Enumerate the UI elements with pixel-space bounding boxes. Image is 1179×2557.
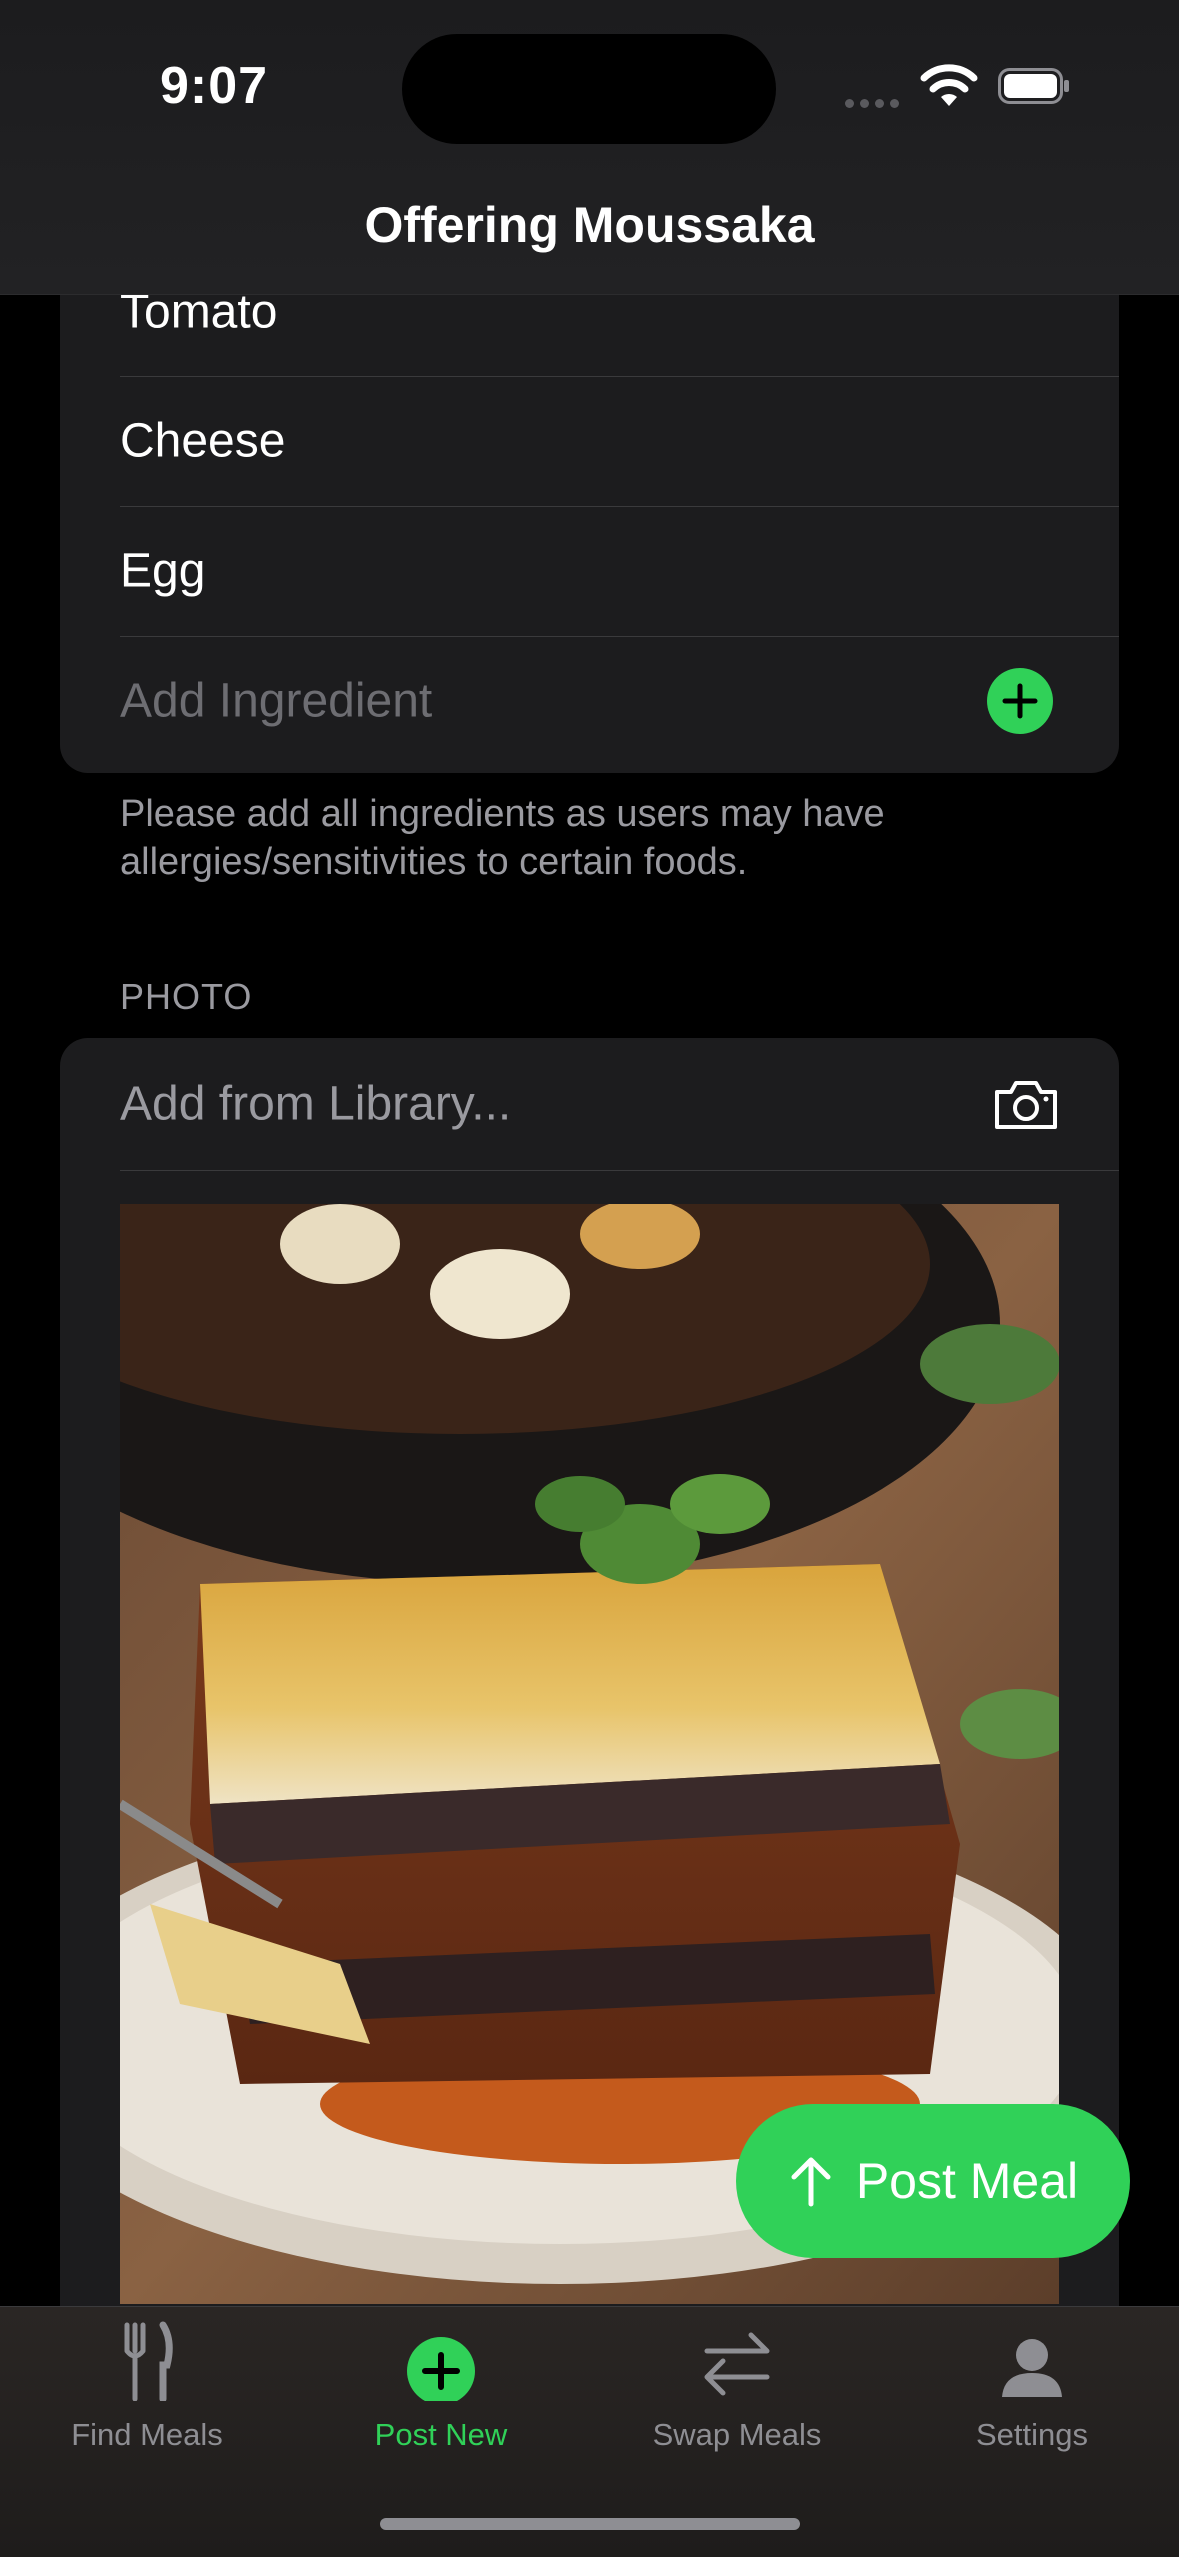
dynamic-island (402, 34, 776, 144)
ingredient-row[interactable]: Cheese (120, 376, 1119, 507)
ingredient-label: Cheese (120, 414, 286, 468)
tab-post-new[interactable]: Post New (294, 2307, 588, 2487)
navigation-header: 9:07 Offering Moussaka (0, 0, 1179, 295)
swap-arrows-icon (697, 2321, 777, 2401)
tab-settings[interactable]: Settings (885, 2307, 1179, 2487)
fork-knife-icon (107, 2321, 187, 2403)
ingredient-row[interactable]: Egg (120, 506, 1119, 637)
post-meal-label: Post Meal (855, 2153, 1079, 2209)
home-indicator (380, 2518, 800, 2530)
photo-section-header: PHOTO (120, 976, 253, 1017)
arrow-up-icon (791, 2157, 831, 2207)
cellular-signal-icon (845, 95, 905, 108)
add-from-library-label: Add from Library... (120, 1077, 512, 1131)
add-ingredient-button[interactable] (987, 668, 1053, 734)
wifi-icon (920, 62, 978, 108)
tab-find-meals[interactable]: Find Meals (0, 2307, 294, 2487)
ingredients-footnote: Please add all ingredients as users may … (120, 793, 885, 883)
tab-label: Find Meals (71, 2417, 223, 2452)
plus-icon (1002, 683, 1038, 719)
tab-swap-meals[interactable]: Swap Meals (590, 2307, 884, 2487)
tab-label: Settings (975, 2417, 1088, 2452)
tab-label: Swap Meals (652, 2417, 822, 2452)
ingredient-label: Egg (120, 544, 206, 598)
add-from-library-row[interactable]: Add from Library... (120, 1038, 1119, 1171)
camera-icon[interactable] (993, 1078, 1059, 1130)
tab-label: Post New (374, 2417, 508, 2452)
person-icon (992, 2321, 1072, 2401)
battery-icon (998, 68, 1070, 104)
add-ingredient-row[interactable]: Add Ingredient (120, 636, 1119, 766)
plus-circle-icon (401, 2321, 481, 2405)
status-time: 9:07 (160, 57, 269, 115)
page-title: Offering Moussaka (364, 197, 815, 253)
post-meal-button[interactable]: Post Meal (736, 2104, 1130, 2258)
add-ingredient-input[interactable]: Add Ingredient (120, 674, 432, 729)
